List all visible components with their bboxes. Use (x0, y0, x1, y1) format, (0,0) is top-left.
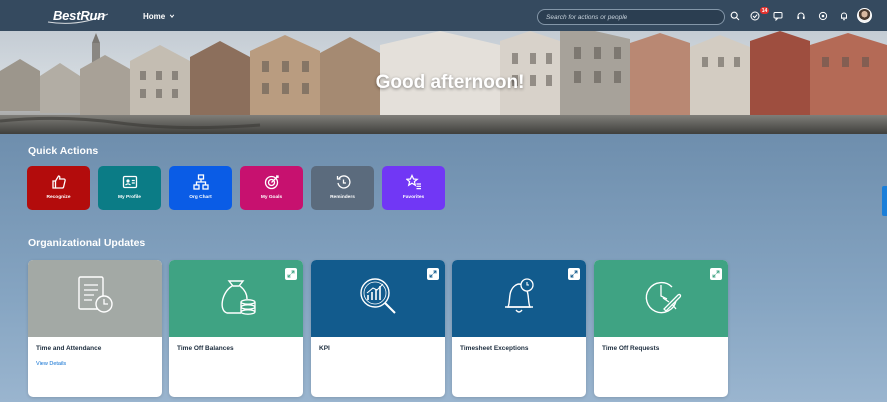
quick-action-favorites[interactable]: Favorites (382, 166, 445, 210)
chat-icon[interactable] (772, 10, 784, 22)
travel-clock-icon (636, 271, 686, 326)
expand-button[interactable] (285, 268, 297, 280)
greeting-title: Good afternoon! (375, 72, 525, 93)
expand-icon (429, 265, 437, 283)
quick-action-my-goals[interactable]: My Goals (240, 166, 303, 210)
org-chart-icon (192, 174, 209, 190)
notification-check-icon[interactable] (749, 10, 761, 22)
card-title: KPI (319, 345, 330, 352)
card-header (169, 260, 303, 337)
alarm-bell-icon (494, 271, 544, 326)
kpi-magnifier-icon (353, 271, 403, 326)
quick-action-label: My Goals (260, 195, 283, 200)
notification-badge: 14 (760, 7, 769, 14)
headset-icon[interactable] (795, 10, 807, 22)
user-avatar[interactable] (857, 8, 872, 23)
card-timesheet-exceptions[interactable]: Timesheet Exceptions (452, 260, 586, 397)
quick-action-label: Org Chart (189, 195, 212, 200)
bestrun-logo[interactable]: BestRun (44, 6, 114, 25)
view-details-link[interactable]: View Details (36, 361, 66, 367)
logo-swoosh (47, 13, 109, 24)
home-menu[interactable]: Home (143, 9, 175, 23)
card-title: Time and Attendance (36, 345, 102, 352)
quick-action-label: Recognize (46, 195, 71, 200)
expand-button[interactable] (710, 268, 722, 280)
search-icon[interactable] (729, 10, 741, 22)
search-input[interactable] (537, 9, 725, 25)
card-time-off-requests[interactable]: Time Off Requests (594, 260, 728, 397)
home-menu-label: Home (143, 11, 166, 21)
quick-action-org-chart[interactable]: Org Chart (169, 166, 232, 210)
money-bag-icon (211, 271, 261, 326)
quick-action-my-profile[interactable]: My Profile (98, 166, 161, 210)
thumbs-up-icon (51, 174, 67, 190)
card-time-off-balances[interactable]: Time Off Balances (169, 260, 303, 397)
reminder-icon (335, 174, 351, 190)
expand-icon (287, 265, 295, 283)
chevron-down-icon (169, 12, 175, 21)
card-header (311, 260, 445, 337)
quick-action-recognize[interactable]: Recognize (27, 166, 90, 210)
settings-icon[interactable] (817, 10, 829, 22)
side-panel-handle[interactable] (882, 186, 887, 216)
quick-action-label: Favorites (402, 195, 425, 200)
card-title: Time Off Requests (602, 345, 660, 352)
quick-actions-title: Quick Actions (28, 145, 99, 157)
expand-icon (570, 265, 578, 283)
card-title: Timesheet Exceptions (460, 345, 529, 352)
bell-icon[interactable] (838, 10, 850, 22)
card-kpi[interactable]: KPI (311, 260, 445, 397)
card-title: Time Off Balances (177, 345, 234, 352)
target-icon (264, 174, 280, 190)
star-list-icon (404, 174, 422, 190)
org-updates-title: Organizational Updates (28, 237, 146, 249)
hero-banner: Good afternoon! (0, 31, 887, 134)
quick-action-label: My Profile (118, 195, 141, 200)
card-header (28, 260, 162, 337)
quick-action-label: Reminders (330, 195, 355, 200)
expand-button[interactable] (568, 268, 580, 280)
card-time-and-attendance[interactable]: Time and Attendance View Details (28, 260, 162, 397)
shell-bar: BestRun Home 14 (0, 0, 887, 31)
quick-action-reminders[interactable]: Reminders (311, 166, 374, 210)
card-header (594, 260, 728, 337)
card-header (452, 260, 586, 337)
expand-icon (712, 265, 720, 283)
profile-card-icon (122, 174, 138, 190)
expand-button[interactable] (427, 268, 439, 280)
timesheet-icon (70, 271, 120, 326)
